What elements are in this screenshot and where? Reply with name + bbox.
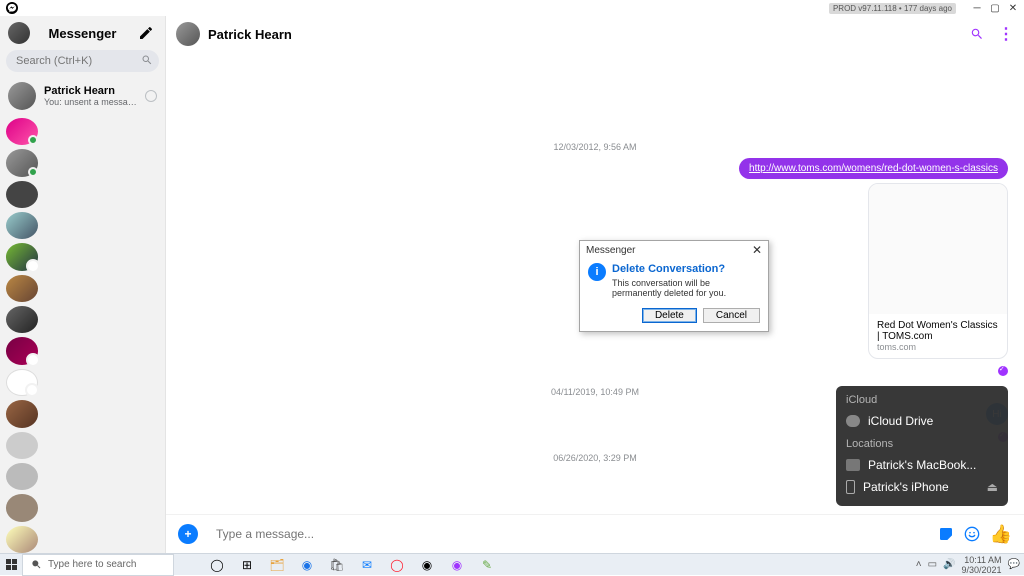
build-badge: PROD v97.11.118 • 177 days ago [829,3,956,14]
delivery-status-icon [145,90,157,102]
conversation-item[interactable] [6,463,38,490]
sidebar-title: Messenger [38,26,127,41]
composer-input[interactable] [208,521,928,547]
start-button[interactable] [0,554,22,576]
dialog-body: This conversation will be permanently de… [612,278,760,298]
search-icon [31,559,42,570]
compose-button[interactable] [135,22,157,44]
tray-notifications-icon[interactable]: 💬 [1008,559,1020,570]
tray-chevron-icon[interactable]: ˄ [916,559,922,570]
chat-peer-avatar[interactable] [176,22,200,46]
conversation-item[interactable] [6,243,38,270]
laptop-icon [846,459,860,471]
dialog-delete-button[interactable]: Delete [642,308,697,323]
sticker-icon[interactable] [938,526,954,542]
taskbar-messenger-icon[interactable]: ◉ [448,556,466,574]
taskbar-app-icon[interactable]: ✎ [478,556,496,574]
conversation-item[interactable] [6,369,38,397]
conversation-item[interactable] [6,212,38,239]
sidebar: Messenger Patrick Hearn You: unsent a me… [0,16,166,553]
conversation-item[interactable] [6,494,38,521]
conversation-preview[interactable]: Patrick Hearn You: unsent a message · Su… [0,78,165,114]
link-preview-card[interactable]: Red Dot Women's Classics | TOMS.com toms… [868,183,1008,359]
window-maximize-button[interactable]: ▢ [986,0,1004,16]
popover-item-iphone[interactable]: Patrick's iPhone ⏏ [846,476,998,498]
search-icon [141,54,153,66]
dialog-cancel-button[interactable]: Cancel [703,308,760,323]
taskbar-chrome-icon[interactable]: ◉ [418,556,436,574]
composer-add-button[interactable]: + [178,524,198,544]
conversation-item[interactable] [6,337,38,364]
taskbar-mail-icon[interactable]: ✉ [358,556,376,574]
sent-link-message[interactable]: http://www.toms.com/womens/red-dot-women… [739,158,1008,179]
thumbs-up-icon[interactable]: 👍 [990,524,1012,545]
taskbar-cortana-icon[interactable]: ◯ [208,556,226,574]
popover-item-icloud-drive[interactable]: iCloud Drive [846,410,998,432]
conversation-name: Patrick Hearn [44,85,137,97]
conversation-list[interactable] [0,114,165,553]
taskbar-edge-icon[interactable]: ◉ [298,556,316,574]
windows-taskbar: Type here to search ◯ ⊞ 🗂 ◉ 🛍 ✉ ◯ ◉ ◉ ✎ … [0,553,1024,575]
phone-icon [846,480,855,494]
popover-item-label: iCloud Drive [868,414,933,428]
chat-pane: Patrick Hearn ⋮ 12/03/2012, 9:56 AM http… [166,16,1024,553]
tray-network-icon[interactable]: ▭ [928,559,937,570]
conversation-item[interactable] [6,400,38,427]
link-preview-title: Red Dot Women's Classics | TOMS.com [877,320,999,342]
info-icon: i [588,263,606,281]
link-preview-image [869,184,1007,314]
tray-clock[interactable]: 10:11 AM 9/30/2021 [962,555,1002,575]
chat-title: Patrick Hearn [208,27,962,42]
popover-item-macbook[interactable]: Patrick's MacBook... [846,454,998,476]
messenger-app-icon [6,2,18,14]
dialog-heading: Delete Conversation? [612,263,760,275]
conversation-item[interactable] [6,149,38,176]
taskbar-opera-icon[interactable]: ◯ [388,556,406,574]
conversation-avatar [8,82,36,110]
self-avatar[interactable] [8,22,30,44]
eject-icon[interactable]: ⏏ [987,480,998,494]
delete-conversation-dialog: Messenger ✕ i Delete Conversation? This … [579,240,769,332]
dialog-frame-title: Messenger [586,245,635,256]
taskbar-taskview-icon[interactable]: ⊞ [238,556,256,574]
conversation-item[interactable] [6,275,38,302]
timestamp: 12/03/2012, 9:56 AM [182,142,1008,152]
seen-indicator-icon [998,366,1008,376]
taskbar-store-icon[interactable]: 🛍 [328,556,346,574]
popover-section: Locations [846,438,998,450]
taskbar-search-placeholder: Type here to search [48,559,136,570]
message-composer: + 👍 [166,514,1024,553]
window-minimize-button[interactable]: ─ [968,0,986,16]
file-picker-popover[interactable]: iCloud iCloud Drive Locations Patrick's … [836,386,1008,506]
conversation-item[interactable] [6,526,38,553]
conversation-item[interactable] [6,118,38,145]
window-close-button[interactable]: ✕ [1004,0,1022,16]
chat-search-icon[interactable] [970,27,984,41]
cloud-icon [846,415,860,427]
popover-item-label: Patrick's MacBook... [868,458,976,472]
conversation-subtext: You: unsent a message · Sun [44,97,137,107]
conversation-item[interactable] [6,181,38,208]
taskbar-explorer-icon[interactable]: 🗂 [268,556,286,574]
emoji-icon[interactable] [964,526,980,542]
conversation-item[interactable] [6,432,38,459]
popover-item-label: Patrick's iPhone [863,480,949,494]
link-preview-domain: toms.com [877,342,999,352]
sidebar-search-input[interactable] [6,50,159,72]
popover-section: iCloud [846,394,998,406]
dialog-close-button[interactable]: ✕ [752,243,762,257]
tray-volume-icon[interactable]: 🔊 [943,559,955,570]
taskbar-search[interactable]: Type here to search [22,554,174,576]
chat-more-icon[interactable]: ⋮ [998,24,1014,44]
conversation-item[interactable] [6,306,38,333]
